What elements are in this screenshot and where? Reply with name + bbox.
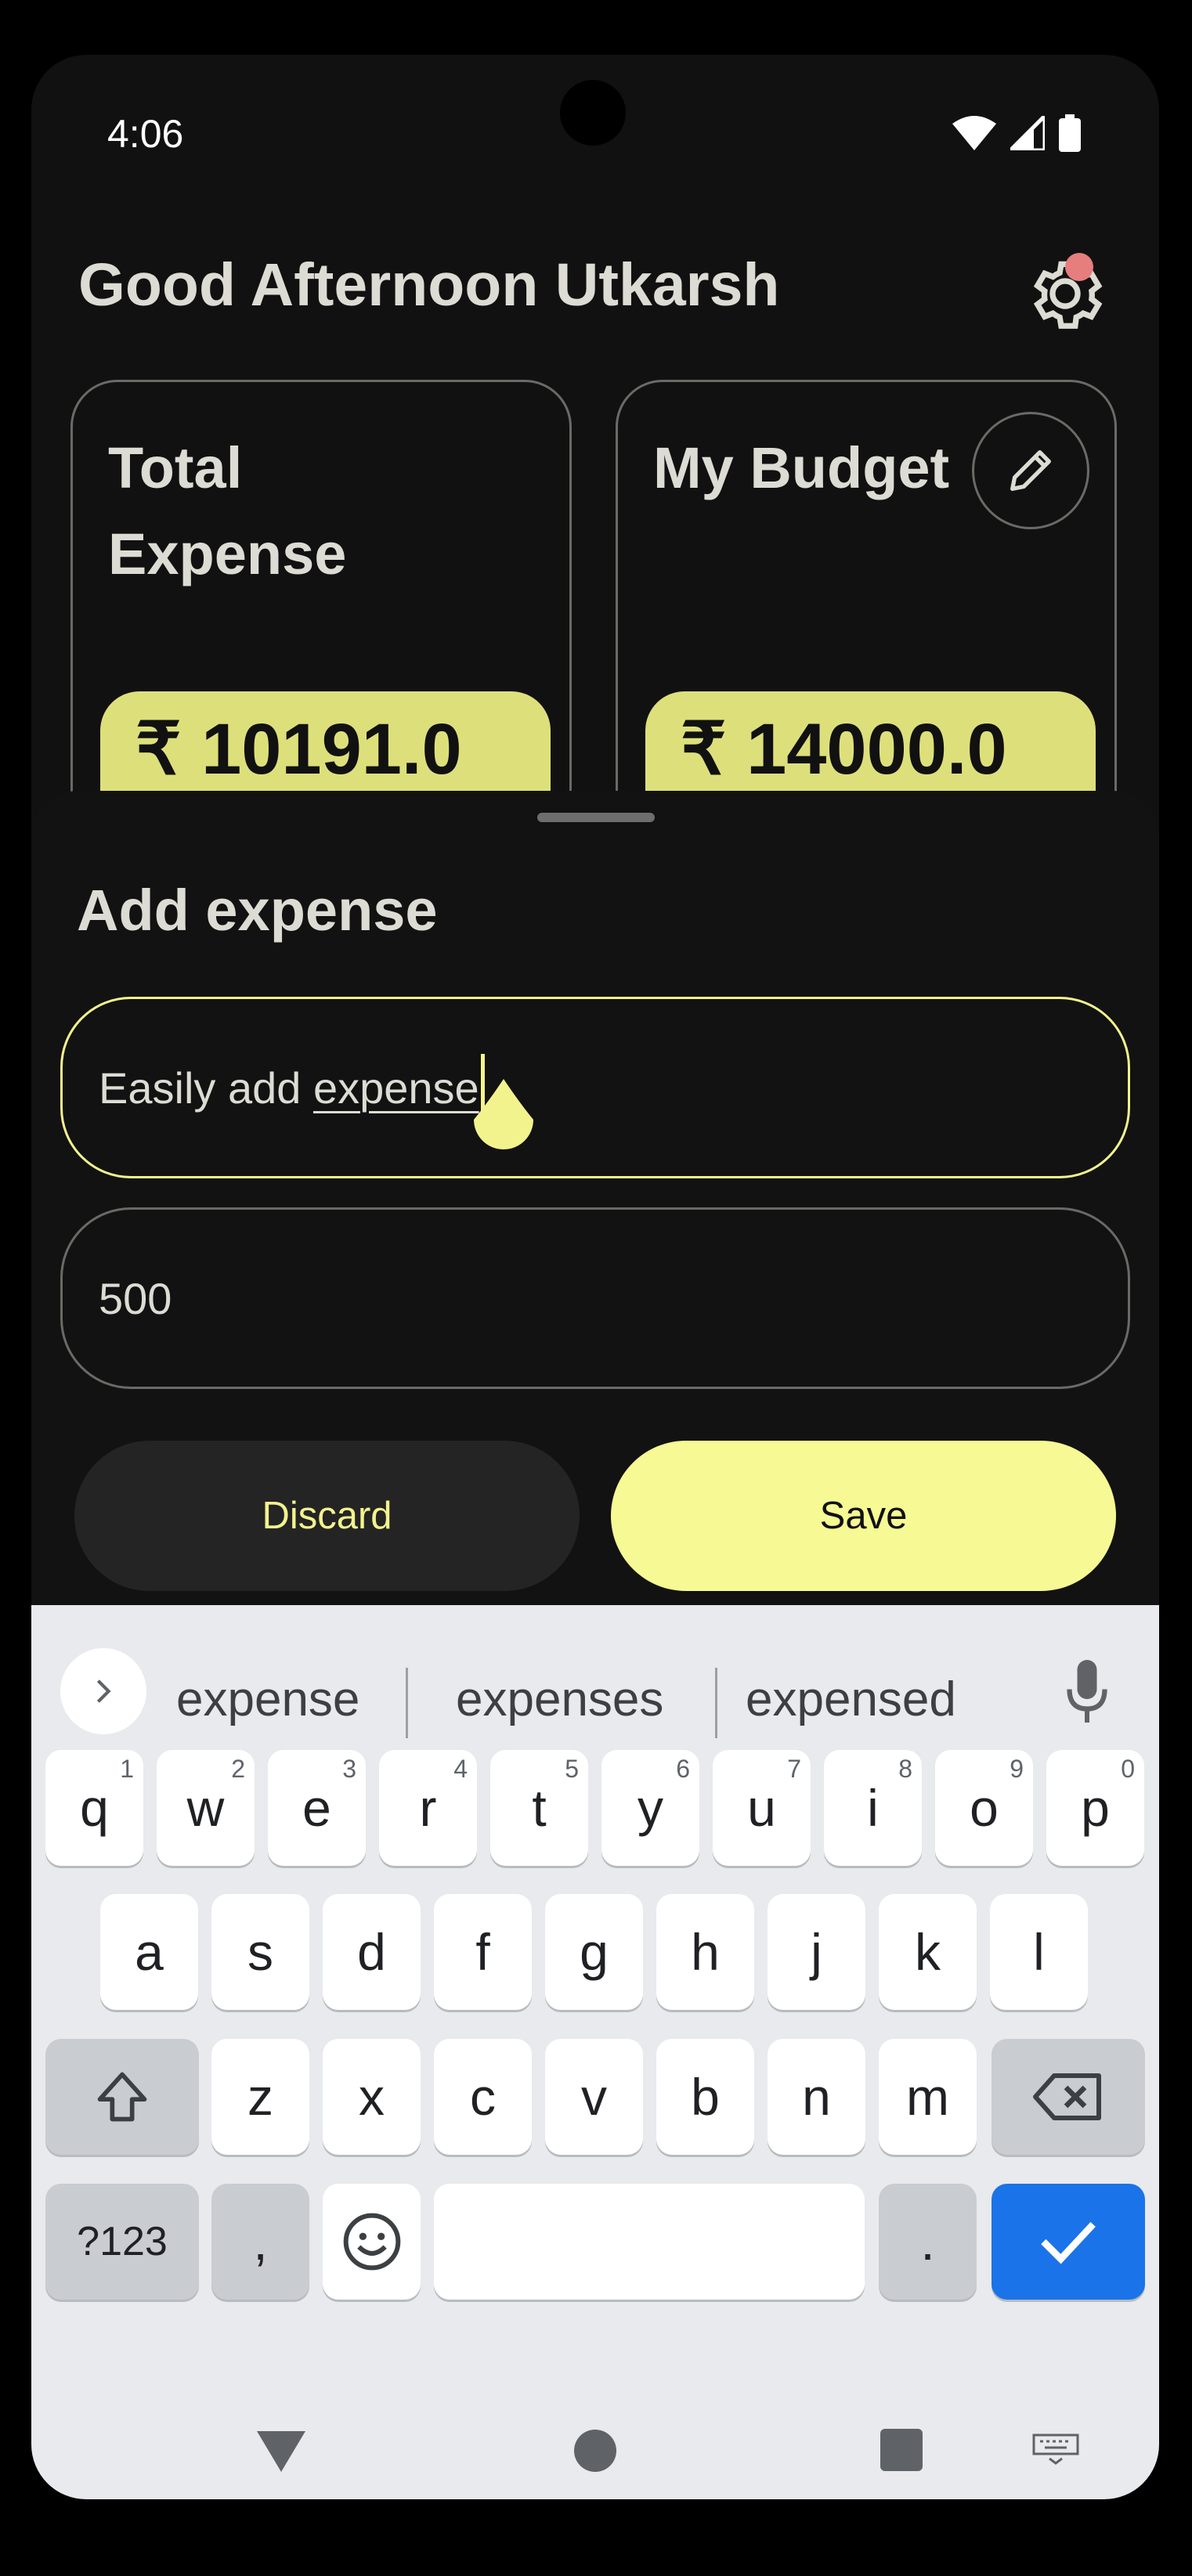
key-s[interactable]: s [211,1894,309,2010]
shift-icon [97,2072,147,2122]
key-label: e [302,1779,331,1837]
key-label: p [1081,1779,1110,1837]
key-number: 0 [1121,1755,1135,1783]
description-prefix: Easily add [99,1063,313,1113]
notification-dot [1065,253,1093,281]
key-y[interactable]: y6 [601,1750,699,1866]
key-z[interactable]: z [211,2039,309,2155]
home-icon[interactable] [573,2429,617,2473]
backspace-key[interactable] [992,2039,1145,2155]
suggestion-item[interactable]: expenses [456,1672,663,1727]
key-label: w [186,1779,225,1837]
keyboard-hide-icon[interactable] [1032,2433,1079,2465]
discard-button[interactable]: Discard [74,1441,580,1591]
chevron-right-icon[interactable] [60,1648,146,1734]
status-time: 4:06 [107,112,184,156]
key-label: o [970,1779,999,1837]
amount-input[interactable]: 500 [60,1207,1130,1389]
sheet-drag-handle[interactable] [537,813,655,822]
key-p[interactable]: p0 [1046,1750,1144,1866]
key-g[interactable]: g [545,1894,643,2010]
cursor-handle[interactable] [472,1079,535,1149]
key-m[interactable]: m [879,2039,977,2155]
description-input[interactable]: Easily add expense [60,997,1130,1178]
key-u[interactable]: u7 [713,1750,811,1866]
suggestion-divider [406,1668,408,1738]
comma-key[interactable]: , [211,2184,309,2300]
suggestion-item[interactable]: expensed [746,1672,956,1727]
key-number: 9 [1010,1755,1024,1783]
key-b[interactable]: b [656,2039,754,2155]
amount-value: 500 [99,1273,172,1323]
emoji-key[interactable] [323,2184,421,2300]
keyboard: expense expenses expensed q1 w2 e3 r4 t5… [31,1605,1159,2499]
space-key[interactable] [434,2184,865,2300]
key-n[interactable]: n [768,2039,865,2155]
key-v[interactable]: v [545,2039,643,2155]
key-number: 5 [565,1755,579,1783]
suggestion-divider [715,1668,717,1738]
backspace-icon [1033,2073,1101,2120]
edit-budget-button[interactable] [972,412,1089,529]
description-text: Easily add expense [99,1063,479,1113]
key-number: 2 [231,1755,245,1783]
key-t[interactable]: t5 [490,1750,588,1866]
emoji-icon [343,2213,400,2271]
key-label: t [532,1779,547,1837]
status-bar: 4:06 [31,55,1159,164]
key-number: 3 [342,1755,356,1783]
key-e[interactable]: e3 [268,1750,366,1866]
key-c[interactable]: c [434,2039,532,2155]
microphone-icon[interactable] [1064,1660,1111,1723]
greeting-title: Good Afternoon Utkarsh [78,251,780,319]
suggestion-item[interactable]: expense [176,1672,359,1727]
card-title: My Budget [653,435,950,500]
pencil-icon [1010,450,1051,491]
key-number: 8 [898,1755,912,1783]
camera-cutout [560,80,626,146]
wifi-icon [952,116,996,150]
key-r[interactable]: r4 [379,1750,477,1866]
key-x[interactable]: x [323,2039,421,2155]
card-title: Total Expense [108,435,347,586]
key-d[interactable]: d [323,1894,421,2010]
key-label: q [80,1779,109,1837]
save-button[interactable]: Save [611,1441,1116,1591]
key-number: 1 [120,1755,134,1783]
check-icon [1041,2221,1096,2264]
description-word: expense [312,1063,479,1113]
key-label: y [638,1779,663,1837]
key-label: i [867,1779,879,1837]
key-i[interactable]: i8 [824,1750,922,1866]
key-w[interactable]: w2 [157,1750,255,1866]
battery-icon [1059,114,1081,152]
shift-key[interactable] [45,2039,199,2155]
key-f[interactable]: f [434,1894,532,2010]
key-number: 4 [453,1755,468,1783]
key-o[interactable]: o9 [935,1750,1033,1866]
signal-icon [1010,116,1045,150]
status-icons [952,114,1081,152]
recents-icon[interactable] [880,2429,923,2471]
symbols-key[interactable]: ?123 [45,2184,199,2300]
sheet-title: Add expense [77,878,438,943]
key-l[interactable]: l [990,1894,1088,2010]
period-key[interactable]: . [879,2184,977,2300]
key-a[interactable]: a [100,1894,198,2010]
navigation-bar [31,2388,1159,2498]
done-key[interactable] [992,2184,1145,2300]
key-label: r [419,1779,437,1837]
key-label: u [747,1779,776,1837]
key-number: 7 [787,1755,801,1783]
key-j[interactable]: j [768,1894,865,2010]
key-h[interactable]: h [656,1894,754,2010]
key-k[interactable]: k [879,1894,977,2010]
key-q[interactable]: q1 [45,1750,143,1866]
back-icon[interactable] [257,2431,305,2472]
key-number: 6 [676,1755,690,1783]
phone-screen: 4:06 Good Afternoon Utkarsh Total Expens… [31,55,1159,2499]
